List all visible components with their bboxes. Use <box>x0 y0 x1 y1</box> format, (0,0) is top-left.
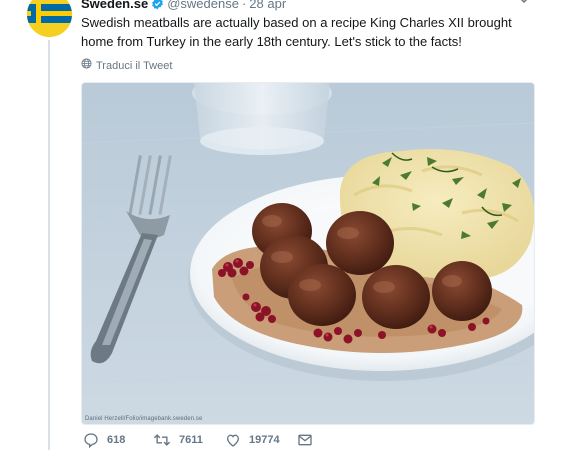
image-credit: Daniel Herzell/Folio/imagebank.sweden.se <box>85 416 203 422</box>
translate-link[interactable]: Traduci il Tweet <box>81 58 172 74</box>
tweet-image[interactable]: Daniel Herzell/Folio/imagebank.sweden.se <box>81 82 535 425</box>
envelope-icon <box>297 432 313 448</box>
reply-button[interactable]: 618 <box>83 432 153 448</box>
tweet-actions: 618 7611 19774 <box>83 430 313 450</box>
translate-label: Traduci il Tweet <box>96 60 173 72</box>
handle[interactable]: @swedense <box>167 0 239 11</box>
heart-icon <box>225 432 241 448</box>
separator-dot: · <box>241 0 247 11</box>
chevron-down-icon[interactable] <box>518 0 530 9</box>
retweet-button[interactable]: 7611 <box>153 432 225 448</box>
retweet-icon <box>153 432 171 448</box>
like-count: 19774 <box>249 434 280 446</box>
like-button[interactable]: 19774 <box>225 432 297 448</box>
avatar[interactable] <box>27 0 72 37</box>
tweet-date[interactable]: 28 apr <box>249 0 286 11</box>
reply-count: 618 <box>107 434 126 446</box>
tweet-text: Swedish meatballs are actually based on … <box>81 15 512 49</box>
globe-icon <box>81 58 92 74</box>
display-name[interactable]: Sweden.se <box>81 0 148 11</box>
reply-icon <box>83 432 99 448</box>
message-button[interactable] <box>297 432 313 448</box>
thread-line <box>48 40 50 450</box>
retweet-count: 7611 <box>179 434 203 446</box>
tweet-header: Sweden.se @swedense · 28 apr <box>81 0 544 13</box>
